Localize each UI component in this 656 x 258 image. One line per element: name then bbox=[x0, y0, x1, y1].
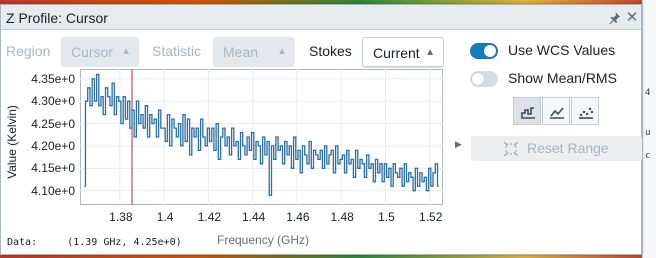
use-wcs-toggle[interactable] bbox=[470, 43, 498, 59]
show-mean-rms-label: Show Mean/RMS bbox=[508, 70, 617, 86]
plot-type-points-button[interactable] bbox=[571, 97, 599, 125]
caret-sort-icon: ▲ bbox=[277, 46, 287, 57]
bg-fragment: u bbox=[645, 128, 651, 138]
show-mean-rms-toggle[interactable] bbox=[470, 71, 498, 87]
reset-range-button[interactable]: Reset Range bbox=[471, 136, 642, 161]
y-tick-label: 4.35e+0 bbox=[31, 71, 75, 86]
use-wcs-label: Use WCS Values bbox=[508, 42, 616, 58]
x-tick-label: 1.42 bbox=[197, 210, 222, 224]
x-tick-label: 1.52 bbox=[419, 210, 443, 224]
close-icon[interactable]: ✕ bbox=[623, 8, 641, 26]
plot-type-steps-button[interactable] bbox=[513, 97, 541, 125]
caret-sort-icon: ▲ bbox=[121, 46, 131, 57]
plot-type-lines-button[interactable] bbox=[542, 97, 570, 125]
background-panel: 4 u c bbox=[642, 0, 656, 258]
profile-chart[interactable] bbox=[80, 69, 443, 205]
caret-right-icon[interactable]: ▶ bbox=[455, 139, 462, 150]
panel-titlebar[interactable]: Z Profile: Cursor ✕ bbox=[1, 5, 641, 30]
x-tick-label: 1.46 bbox=[286, 210, 310, 224]
x-tick-label: 1.4 bbox=[156, 210, 174, 224]
x-tick-label: 1.48 bbox=[330, 210, 354, 224]
reset-range-label: Reset Range bbox=[527, 140, 609, 156]
caret-sort-icon: ▲ bbox=[425, 47, 435, 58]
x-tick-label: 1.5 bbox=[378, 210, 395, 224]
readout-label: Data: bbox=[7, 237, 38, 248]
stokes-value: Current bbox=[373, 45, 420, 61]
region-select[interactable]: Cursor ▲ bbox=[61, 37, 139, 67]
bg-fragment: 4 bbox=[645, 88, 651, 98]
y-tick-label: 4.10e+0 bbox=[31, 183, 75, 198]
bg-fragment: c bbox=[645, 151, 651, 161]
statistic-select[interactable]: Mean ▲ bbox=[213, 37, 295, 67]
x-tick-label: 1.44 bbox=[241, 210, 266, 224]
region-label: Region bbox=[6, 43, 51, 59]
readout-value: (1.39 GHz, 4.25e+0) bbox=[67, 237, 182, 248]
stokes-select[interactable]: Current ▲ bbox=[362, 37, 444, 67]
cursor-data-readout: Data: (1.39 GHz, 4.25e+0) bbox=[7, 237, 182, 248]
step-chart-icon bbox=[521, 107, 535, 119]
panel-title: Z Profile: Cursor bbox=[6, 10, 108, 26]
region-value: Cursor bbox=[71, 44, 114, 60]
stokes-label: Stokes bbox=[309, 43, 352, 59]
zoom-reset-icon bbox=[503, 141, 519, 157]
pin-icon[interactable] bbox=[605, 8, 623, 26]
statistic-value: Mean bbox=[223, 44, 259, 60]
x-axis-label: Frequency (GHz) bbox=[217, 233, 310, 247]
line-chart-icon bbox=[550, 107, 564, 119]
y-axis-label: Value (Kelvin) bbox=[5, 105, 19, 179]
statistic-label: Statistic bbox=[152, 43, 202, 59]
scatter-chart-icon bbox=[579, 107, 594, 119]
x-tick-label: 1.38 bbox=[109, 210, 133, 224]
